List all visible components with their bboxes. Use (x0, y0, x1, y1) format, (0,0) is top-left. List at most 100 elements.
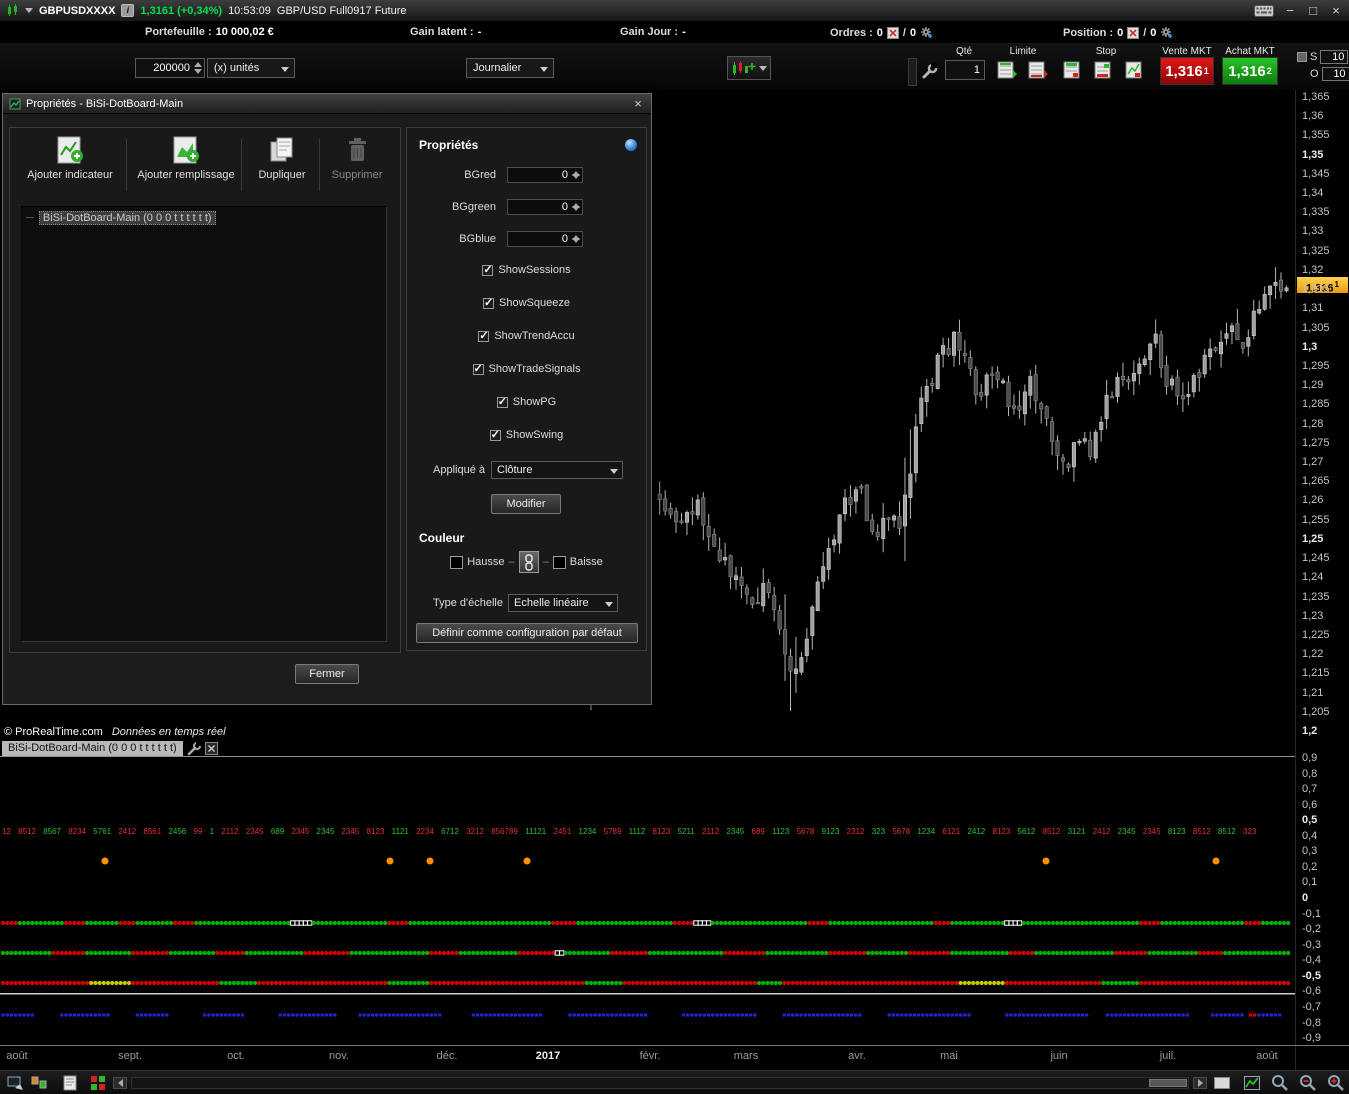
quantity-down-icon[interactable] (194, 69, 202, 74)
symbol-name[interactable]: GBPUSDXXXX (39, 5, 115, 17)
bgred-input[interactable]: 0 (507, 167, 583, 183)
portfolio-label: Portefeuille : (145, 26, 212, 38)
quantity-up-icon[interactable] (194, 62, 202, 67)
link-colors-button[interactable] (518, 551, 539, 573)
echelle-select[interactable]: Echelle linéaire (508, 594, 618, 612)
hausse-color-swatch[interactable] (450, 555, 464, 569)
price-axis-label: -0,2 (1302, 923, 1321, 936)
tree-item-label[interactable]: BiSi-DotBoard-Main (0 0 0 t t t t t t) (38, 211, 216, 225)
stop-trailing-icon[interactable] (1125, 58, 1146, 81)
stop-buy-icon[interactable] (1063, 58, 1084, 81)
tree-item[interactable]: BiSi-DotBoard-Main (0 0 0 t t t t t t) (26, 211, 216, 225)
fermer-button[interactable]: Fermer (295, 664, 359, 684)
stop-setting-input[interactable]: 10 (1320, 50, 1349, 64)
indicator-number: 5678 (892, 827, 911, 836)
compare-charts-icon[interactable] (30, 1074, 50, 1092)
bggreen-down-icon[interactable] (572, 206, 580, 211)
chart-type-button[interactable] (727, 56, 771, 80)
quantity-stepper[interactable]: 200000 (135, 58, 205, 78)
indicator-title[interactable]: BiSi-DotBoard-Main (0 0 0 t t t t t t) (2, 741, 183, 756)
zoom-in-icon[interactable] (1326, 1074, 1346, 1092)
limit-sell-icon[interactable] (1028, 58, 1049, 81)
bggreen-label: BGgreen (451, 201, 496, 213)
bgblue-down-icon[interactable] (572, 238, 580, 243)
price-axis-label: 1,355 (1302, 129, 1330, 142)
toolbar-separator (241, 139, 242, 191)
clock: 10:53:09 (228, 4, 271, 17)
add-indicator-button[interactable]: Ajouter indicateur (17, 135, 123, 197)
indicator-wrench-icon[interactable] (187, 741, 201, 756)
indicator-number: 5761 (93, 827, 112, 836)
stop-sell-icon[interactable] (1094, 58, 1115, 81)
dialog-close-icon[interactable]: × (631, 96, 645, 111)
maximize-icon[interactable]: □ (1306, 4, 1320, 17)
timeframe-select[interactable]: Journalier (466, 58, 554, 78)
showsessions-checkbox[interactable] (482, 263, 494, 276)
delete-button[interactable]: Supprimer (323, 135, 391, 197)
cancel-orders-icon[interactable] (886, 26, 899, 39)
keyboard-icon[interactable] (1254, 4, 1274, 17)
modifier-button[interactable]: Modifier (491, 494, 561, 514)
add-fill-button[interactable]: Ajouter remplissage (133, 135, 239, 197)
buy-price-sup: 2 (1266, 66, 1272, 76)
color-orb-icon[interactable] (625, 139, 637, 151)
showswing-checkbox[interactable] (489, 428, 501, 441)
x-axis-label: mars (733, 1050, 759, 1062)
info-icon[interactable]: i (121, 4, 135, 17)
scroll-right-button[interactable] (1193, 1077, 1207, 1089)
units-select[interactable]: (x) unités (207, 58, 295, 78)
showtrendaccu-checkbox[interactable] (478, 329, 490, 342)
bgred-down-icon[interactable] (572, 174, 580, 179)
price-axis-label: 1,26 (1302, 494, 1324, 507)
price-axis-label: -0,6 (1302, 985, 1321, 998)
scroll-track[interactable] (131, 1077, 1189, 1089)
showsqueeze-checkbox[interactable] (483, 296, 495, 309)
stop-setting-icon[interactable] (1297, 52, 1307, 62)
applique-select[interactable]: Clôture (491, 461, 623, 479)
minimize-icon[interactable]: − (1283, 4, 1297, 17)
baisse-color-swatch[interactable] (552, 555, 566, 569)
close-icon[interactable]: × (1329, 4, 1343, 17)
order-qty-input[interactable]: 1 (945, 60, 985, 80)
zoom-out-icon[interactable] (1298, 1074, 1318, 1092)
orders-count-2: 0 (909, 26, 917, 39)
order-settings-wrench-icon[interactable] (921, 63, 938, 80)
indicator-canvas[interactable]: 12 8512 8567 8234 5761 2412 8561 2456 99 1 2112 234… (0, 757, 1295, 1045)
order-panel-collapse-handle[interactable] (908, 58, 917, 86)
objective-setting-input[interactable]: 10 (1321, 67, 1349, 81)
detach-chart-icon[interactable] (6, 1074, 26, 1092)
indicator-number: 1234 (917, 827, 936, 836)
duplicate-button[interactable]: Dupliquer (247, 135, 317, 197)
bggreen-input[interactable]: 0 (507, 199, 583, 215)
showpg-checkbox[interactable] (496, 395, 508, 408)
bgblue-input[interactable]: 0 (507, 231, 583, 247)
zoom-select-icon[interactable] (1270, 1074, 1290, 1092)
buy-market-button[interactable]: 1,316 2 (1222, 57, 1278, 85)
orders-settings-gear-icon[interactable] (920, 26, 933, 39)
x-axis[interactable]: août sept. oct. nov. déc. 2017 févr. mars avr. ma… (0, 1046, 1295, 1070)
scroll-thumb[interactable] (1149, 1079, 1187, 1087)
price-axis[interactable]: 1,3161 1,365 1,36 1,355 1,35 1,345 1,34 1,335 1… (1295, 90, 1349, 1070)
dialog-titlebar[interactable]: Propriétés - BiSi-DotBoard-Main × (3, 94, 651, 114)
x-axis-label: nov. (329, 1050, 349, 1062)
hausse-label: Hausse (467, 556, 505, 568)
indicator-number: 2312 (846, 827, 865, 836)
price-axis-label: 1,3 (1302, 340, 1318, 353)
heatmap-grid-icon[interactable] (88, 1074, 108, 1092)
indicator-close-icon[interactable] (204, 742, 218, 755)
close-position-icon[interactable] (1127, 26, 1140, 39)
indicator-tree[interactable]: BiSi-DotBoard-Main (0 0 0 t t t t t t) (21, 206, 387, 642)
notes-icon[interactable] (60, 1074, 80, 1092)
limit-buy-icon[interactable] (997, 58, 1018, 81)
position-settings-gear-icon[interactable] (1160, 26, 1173, 39)
scroll-left-button[interactable] (113, 1077, 127, 1089)
showtradesignals-checkbox[interactable] (472, 362, 484, 375)
symbol-dropdown-caret[interactable] (25, 8, 33, 13)
scroll-page-box[interactable] (1214, 1077, 1230, 1089)
fit-chart-icon[interactable] (1242, 1074, 1262, 1092)
sell-market-button[interactable]: 1,316 1 (1160, 57, 1214, 85)
x-axis-label: août (1256, 1050, 1278, 1062)
indicator-number: 2345 (316, 827, 335, 836)
default-config-button[interactable]: Définir comme configuration par défaut (416, 623, 638, 643)
indicator-number: 2345 (726, 827, 745, 836)
